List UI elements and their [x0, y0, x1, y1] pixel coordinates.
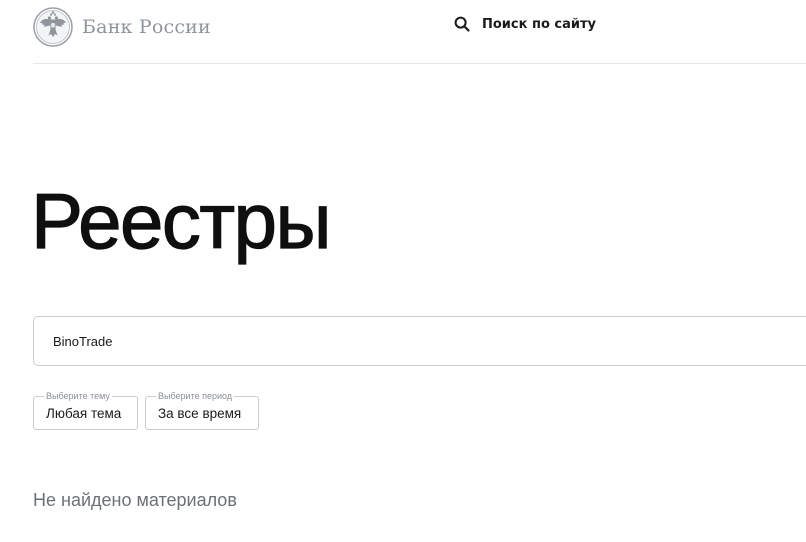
- page: Банк России Поиск по сайту Реестры Выбер…: [0, 0, 806, 542]
- eagle-emblem-icon: [33, 7, 73, 47]
- search-icon: [454, 16, 470, 32]
- topic-filter-legend: Выберите тему: [44, 390, 112, 402]
- no-results-message: Не найдено материалов: [33, 490, 237, 510]
- site-search-link[interactable]: Поиск по сайту: [454, 16, 596, 32]
- registry-search-box: [33, 316, 806, 366]
- site-search-label: Поиск по сайту: [482, 16, 597, 32]
- period-filter-value: За все время: [158, 406, 242, 421]
- registry-search-input[interactable]: [53, 317, 753, 365]
- site-header: Банк России Поиск по сайту: [33, 0, 806, 64]
- period-filter-legend: Выберите период: [156, 390, 235, 402]
- page-title: Реестры: [30, 176, 332, 265]
- topic-filter-select[interactable]: Выберите тему Любая тема: [33, 390, 138, 430]
- logo-link[interactable]: Банк России: [33, 7, 211, 47]
- period-filter-select[interactable]: Выберите период За все время: [145, 390, 259, 430]
- logo-text: Банк России: [82, 16, 211, 38]
- topic-filter-value: Любая тема: [46, 406, 122, 421]
